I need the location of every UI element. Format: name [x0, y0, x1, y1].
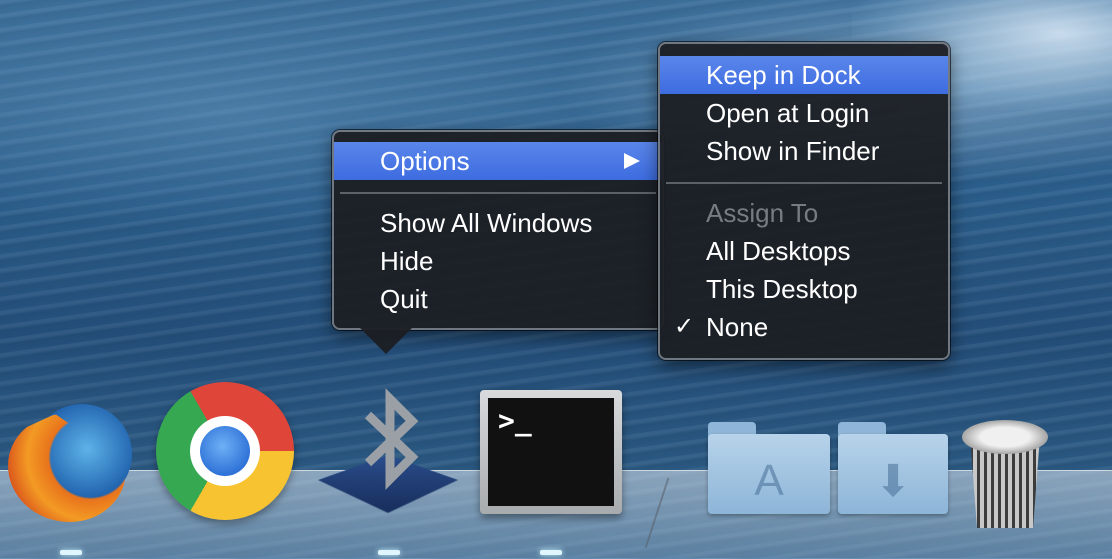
menu-item-label: Quit	[380, 284, 428, 314]
menu-item-quit[interactable]: Quit	[334, 280, 662, 318]
menu-item-none[interactable]: ✓ None	[660, 308, 948, 346]
menu-separator	[666, 182, 942, 184]
menu-item-label: Options	[380, 146, 470, 176]
menu-item-label: Hide	[380, 246, 434, 276]
running-indicator	[60, 550, 82, 555]
menu-item-label: Keep in Dock	[706, 60, 861, 90]
menu-item-label: Show in Finder	[706, 136, 880, 166]
submenu-arrow-icon	[624, 153, 640, 169]
menu-item-open-at-login[interactable]: Open at Login	[660, 94, 948, 132]
menu-item-keep-in-dock[interactable]: Keep in Dock	[660, 56, 948, 94]
terminal-prompt: >_	[488, 398, 614, 506]
dock-context-menu: Options Show All Windows Hide Quit	[332, 130, 664, 330]
running-indicator	[378, 550, 400, 555]
menu-pointer	[360, 328, 412, 354]
download-arrow-icon: ⬇	[874, 457, 912, 506]
menu-item-label: Open at Login	[706, 98, 870, 128]
checkmark-icon: ✓	[674, 313, 695, 340]
firefox-icon[interactable]	[6, 394, 140, 524]
menu-item-show-all-windows[interactable]: Show All Windows	[334, 204, 662, 242]
trash-icon[interactable]	[962, 420, 1048, 528]
running-indicator	[540, 550, 562, 555]
menu-separator	[340, 192, 656, 194]
menu-item-all-desktops[interactable]: All Desktops	[660, 232, 948, 270]
bluetooth-icon[interactable]	[350, 385, 430, 495]
app-store-glyph-icon: A	[754, 456, 784, 505]
menu-item-hide[interactable]: Hide	[334, 242, 662, 280]
downloads-folder-icon[interactable]: ⬇	[838, 422, 948, 514]
chrome-icon[interactable]	[156, 382, 294, 520]
applications-folder-icon[interactable]: A	[708, 422, 830, 514]
terminal-icon[interactable]: >_	[480, 390, 622, 514]
menu-item-label: All Desktops	[706, 236, 851, 266]
options-submenu: Keep in Dock Open at Login Show in Finde…	[658, 42, 950, 360]
menu-item-options[interactable]: Options	[334, 142, 662, 180]
section-header-label: Assign To	[706, 198, 819, 228]
menu-item-this-desktop[interactable]: This Desktop	[660, 270, 948, 308]
menu-item-label: This Desktop	[706, 274, 858, 304]
menu-item-show-in-finder[interactable]: Show in Finder	[660, 132, 948, 170]
menu-item-label: None	[706, 312, 769, 342]
menu-item-label: Show All Windows	[380, 208, 593, 238]
section-header-assign-to: Assign To	[660, 194, 948, 232]
